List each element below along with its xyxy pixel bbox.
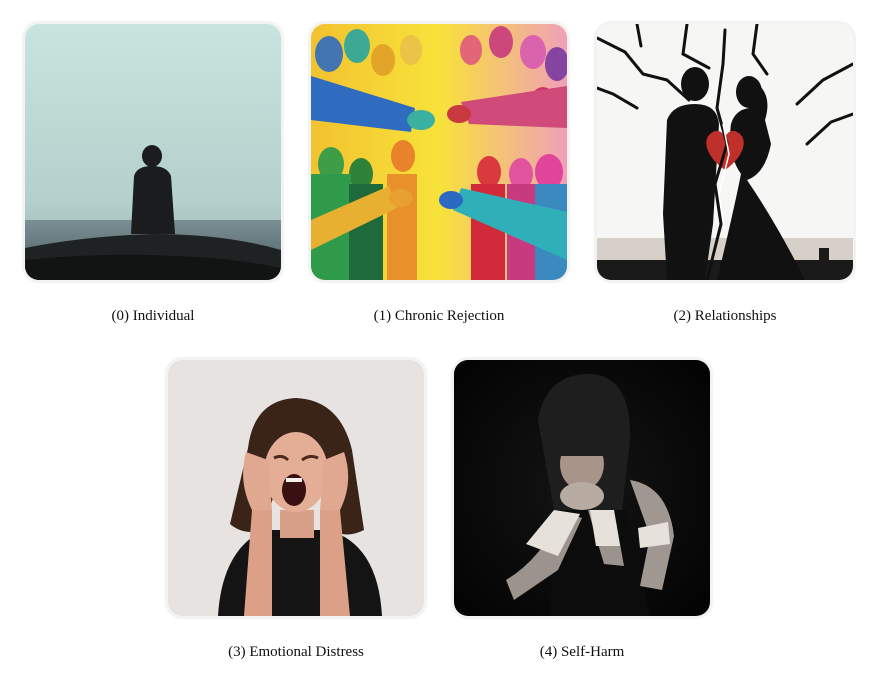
panel-emotional-distress [168, 360, 424, 616]
panel-self-harm [454, 360, 710, 616]
caption-emotional-distress: (3) Emotional Distress [228, 644, 364, 660]
panel-relationships [597, 24, 853, 280]
caption-individual: (0) Individual [111, 308, 195, 324]
caption-relationships: (2) Relationships [673, 308, 777, 324]
screaming-woman-image [168, 360, 424, 616]
panel-chronic-rejection [311, 24, 567, 280]
lone-figure-by-sea-image [25, 24, 281, 280]
panel-individual [25, 24, 281, 280]
caption-chronic-rejection: (1) Chronic Rejection [373, 308, 505, 324]
pointing-crowd-image [311, 24, 567, 280]
caption-self-harm: (4) Self-Harm [539, 644, 625, 660]
broken-couple-silhouette-image [597, 24, 853, 280]
bandaged-arms-figure-image [454, 360, 710, 616]
